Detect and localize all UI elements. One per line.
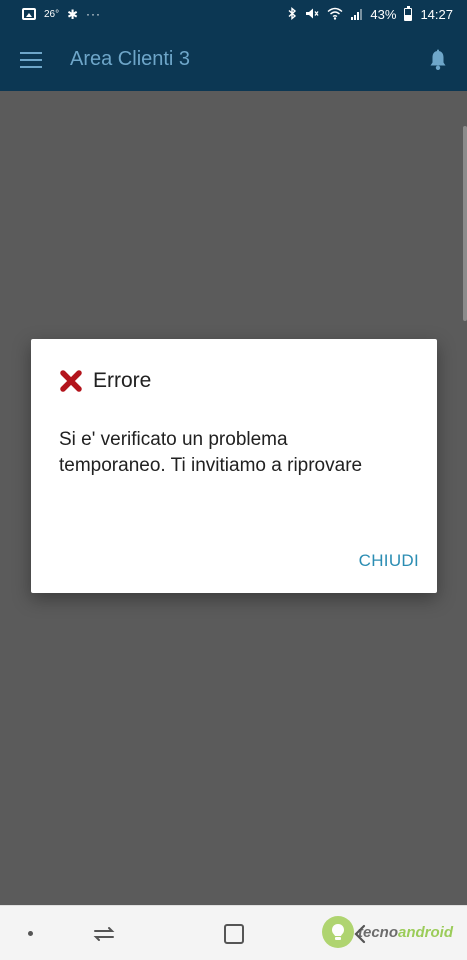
status-bar: 26° ✱ ··· 43% 14:27 — [0, 0, 467, 28]
phone-screen: 26° ✱ ··· 43% 14:27 Area Clienti 3 Error… — [0, 0, 467, 960]
dialog-header: Errore — [59, 369, 151, 393]
menu-icon[interactable] — [0, 28, 60, 91]
gear-icon: ✱ — [67, 6, 79, 22]
watermark-logo-icon — [322, 916, 354, 948]
status-right: 43% 14:27 — [288, 5, 453, 22]
battery-icon — [404, 5, 413, 21]
dot-icon[interactable] — [28, 931, 33, 936]
more-icon: ··· — [86, 7, 102, 21]
battery-percent: 43% — [370, 6, 397, 22]
watermark: tecnoandroid — [322, 916, 453, 948]
app-bar: Area Clienti 3 — [0, 28, 467, 91]
watermark-text-part2: android — [398, 923, 454, 941]
watermark-text: tecnoandroid — [358, 924, 453, 941]
mute-icon — [305, 7, 319, 22]
error-dialog: Errore Si e' verificato un problema temp… — [31, 339, 437, 593]
watermark-text-part1: tecno — [358, 923, 399, 941]
bell-icon[interactable] — [409, 28, 467, 91]
status-left: 26° ✱ ··· — [22, 7, 101, 21]
app-title: Area Clienti 3 — [70, 48, 191, 70]
dialog-message: Si e' verificato un problema temporaneo.… — [59, 429, 363, 476]
bluetooth-icon — [288, 6, 297, 22]
home-icon[interactable] — [224, 924, 244, 944]
error-x-icon — [59, 369, 83, 393]
temperature-label: 26° — [44, 8, 60, 20]
clock: 14:27 — [420, 6, 453, 22]
image-icon — [22, 8, 36, 20]
signal-icon — [351, 8, 363, 20]
dialog-title: Errore — [93, 369, 152, 392]
scrollbar[interactable] — [463, 126, 467, 321]
close-button[interactable]: CHIUDI — [359, 551, 419, 571]
wifi-icon — [327, 7, 343, 22]
recent-apps-icon[interactable] — [92, 924, 116, 944]
navigation-bar: tecnoandroid — [0, 905, 467, 960]
